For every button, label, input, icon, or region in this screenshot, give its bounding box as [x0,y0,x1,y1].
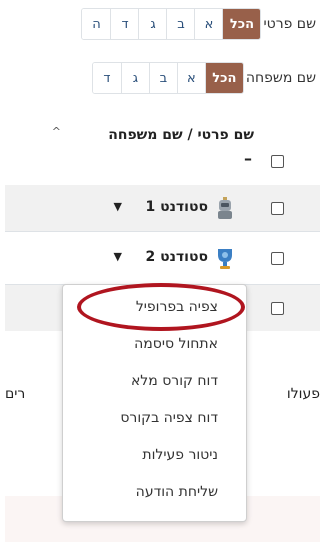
last-name-letter[interactable]: ב [148,63,177,93]
last-name-filter-label: שם משפחה [245,70,316,86]
first-name-letter[interactable]: ד [110,9,139,39]
trophy-avatar-icon [218,249,232,269]
select-all-checkbox[interactable] [271,155,284,168]
last-name-filter: שם משפחה הכל א ב ג ד [91,62,320,94]
student-name-link[interactable]: סטודנט 2 [145,249,208,265]
bulk-actions-fragment: רים [5,386,26,402]
student-name-link[interactable]: סטודנט 1 [145,199,208,215]
last-name-letter[interactable]: ד [92,63,121,93]
table-row: ▼ סטודנט 1 [5,185,320,231]
robot-avatar-icon [218,197,232,219]
sort-ascending-icon[interactable]: ^ [52,125,61,138]
row-checkbox[interactable] [271,252,284,265]
table-header: שם פרטי / שם משפחה ^ – [5,117,320,179]
first-name-filter-label: שם פרטי [263,16,316,32]
row-menu-caret-icon[interactable]: ▼ [114,250,122,263]
first-name-letter-bar: הכל א ב ג ד ה [81,8,262,40]
table-row: ▼ סטודנט 2 [5,235,320,281]
first-name-letter[interactable]: ג [138,9,167,39]
row-divider [5,231,320,232]
last-name-all-button[interactable]: הכל [204,63,243,93]
first-name-letter[interactable]: ב [166,9,195,39]
first-name-letter[interactable]: א [194,9,223,39]
first-name-letter[interactable]: ה [82,9,111,39]
menu-item-send-message[interactable]: שליחת הודעה [136,484,218,500]
last-name-letter[interactable]: ג [120,63,149,93]
first-name-all-button[interactable]: הכל [222,9,261,39]
menu-item-course-view-report[interactable]: דוח צפיה בקורס [120,410,218,426]
name-column-header[interactable]: שם פרטי / שם משפחה [108,127,254,143]
last-name-letter[interactable]: א [176,63,205,93]
row-menu-caret-icon[interactable]: ▼ [114,200,122,213]
sort-dash: – [244,149,252,168]
first-name-filter: שם פרטי הכל א ב ג ד ה [81,8,320,40]
bulk-actions-label: פעולו [286,386,320,402]
last-name-letter-bar: הכל א ב ג ד [91,62,244,94]
highlight-ellipse [77,283,245,331]
row-checkbox[interactable] [271,202,284,215]
menu-item-reset-password[interactable]: אתחול סיסמה [134,336,218,352]
row-checkbox[interactable] [271,302,284,315]
menu-item-activity-monitor[interactable]: ניטור פעילות [142,447,218,463]
menu-item-full-course-report[interactable]: דוח קורס מלא [131,373,218,389]
